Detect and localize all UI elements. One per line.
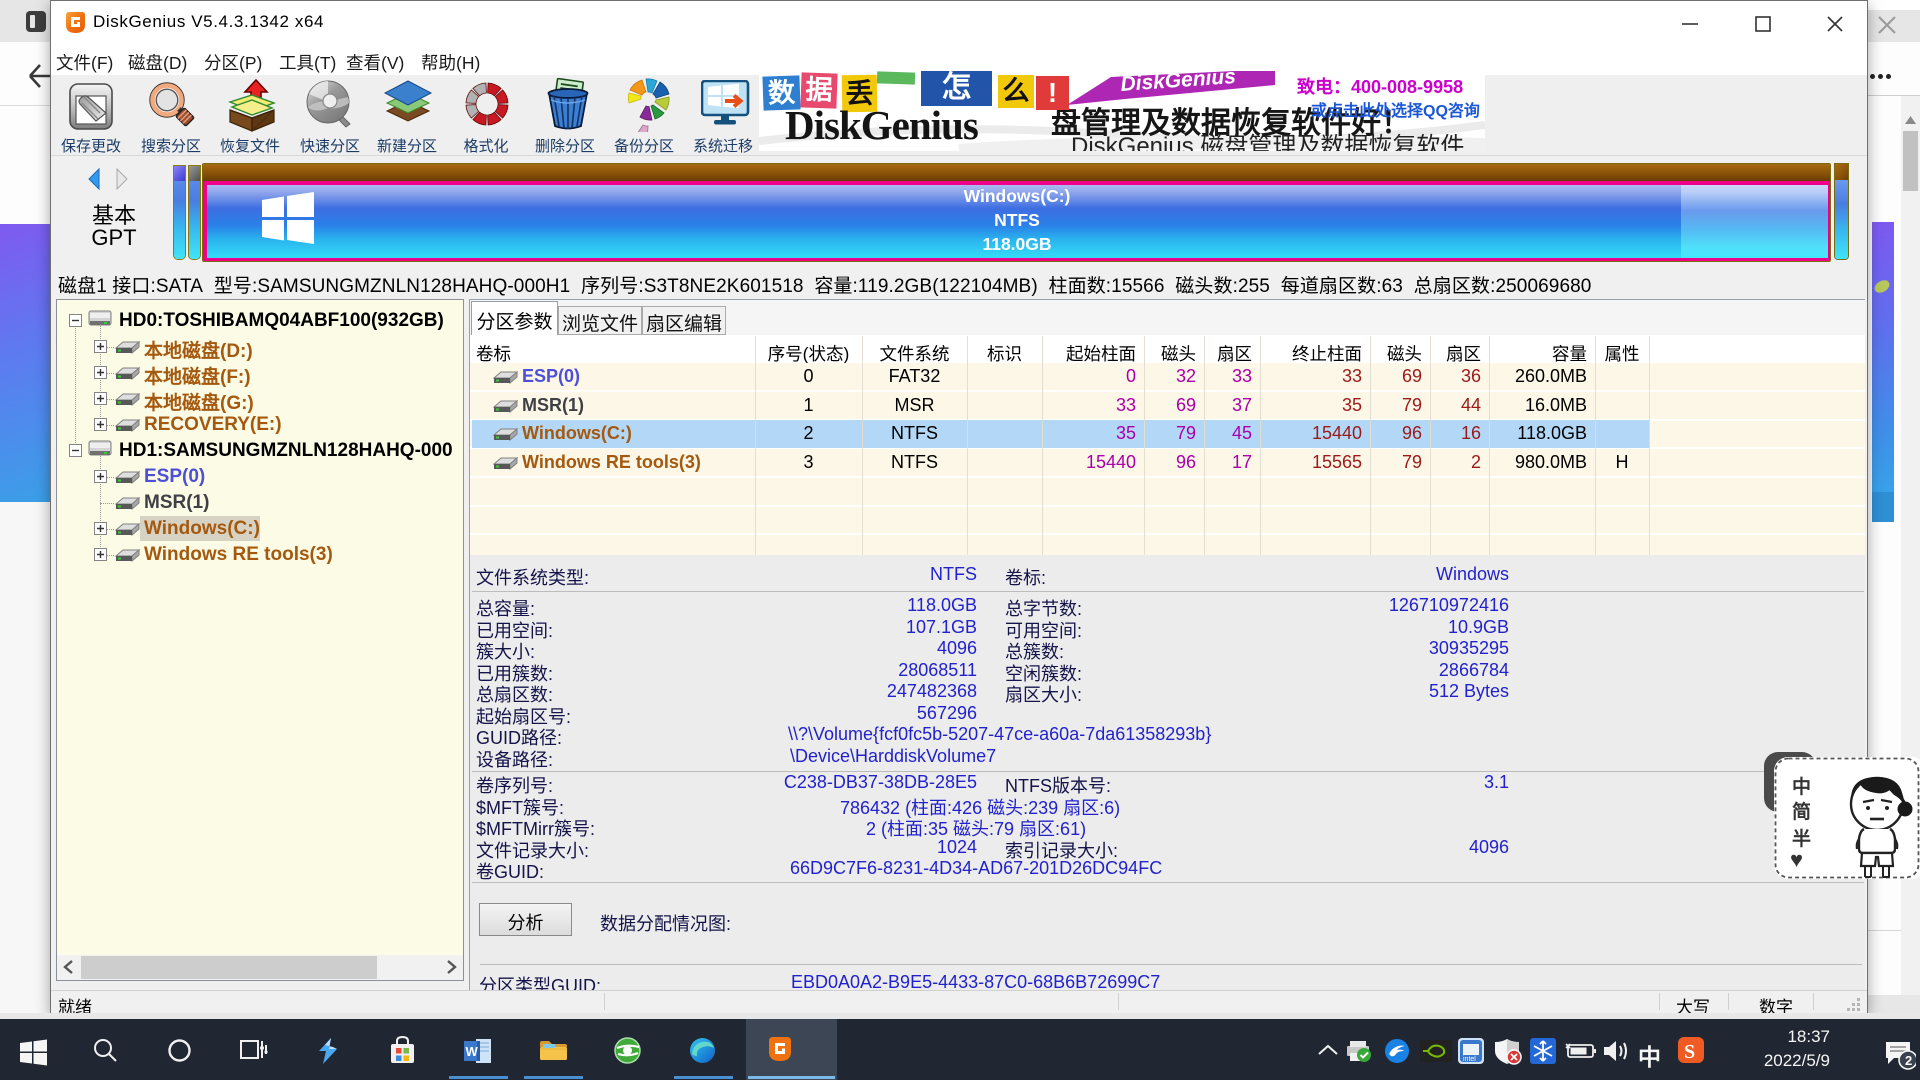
svg-text:S: S [1684, 1041, 1695, 1063]
svg-text:W: W [466, 1044, 479, 1059]
svg-text:2: 2 [1905, 1053, 1912, 1068]
svg-text:intel: intel [1463, 1056, 1476, 1063]
